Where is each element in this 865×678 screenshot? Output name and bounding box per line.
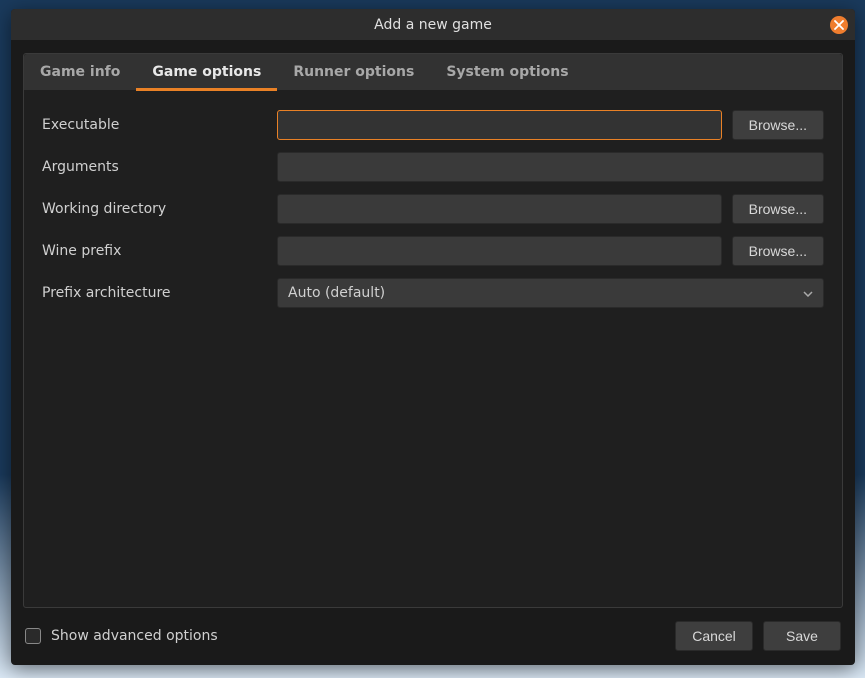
browse-wine-prefix-button[interactable]: Browse... <box>732 236 824 266</box>
row-prefix-architecture: Prefix architecture Auto (default) <box>42 277 824 309</box>
chevron-down-icon <box>803 285 813 301</box>
close-icon[interactable] <box>830 16 848 34</box>
label-working-directory: Working directory <box>42 201 267 217</box>
cancel-button[interactable]: Cancel <box>675 621 753 651</box>
executable-input[interactable] <box>277 110 722 140</box>
tab-runner-options[interactable]: Runner options <box>277 54 430 90</box>
label-arguments: Arguments <box>42 159 267 175</box>
tab-game-options[interactable]: Game options <box>136 54 277 90</box>
game-options-content: Executable Browse... Arguments Working d… <box>24 91 842 607</box>
tab-panel: Game info Game options Runner options Sy… <box>23 53 843 608</box>
tab-game-info[interactable]: Game info <box>24 54 136 90</box>
prefix-architecture-value: Auto (default) <box>288 285 385 301</box>
label-wine-prefix: Wine prefix <box>42 243 267 259</box>
label-executable: Executable <box>42 117 267 133</box>
row-executable: Executable Browse... <box>42 109 824 141</box>
browse-working-directory-button[interactable]: Browse... <box>732 194 824 224</box>
arguments-input[interactable] <box>277 152 824 182</box>
tab-bar: Game info Game options Runner options Sy… <box>24 54 842 91</box>
prefix-architecture-select[interactable]: Auto (default) <box>277 278 824 308</box>
tab-system-options[interactable]: System options <box>430 54 584 90</box>
show-advanced-label[interactable]: Show advanced options <box>51 628 218 644</box>
row-wine-prefix: Wine prefix Browse... <box>42 235 824 267</box>
add-game-dialog: Add a new game Game info Game options Ru… <box>11 9 855 665</box>
working-directory-input[interactable] <box>277 194 722 224</box>
row-working-directory: Working directory Browse... <box>42 193 824 225</box>
dialog-footer: Show advanced options Cancel Save <box>23 608 843 653</box>
browse-executable-button[interactable]: Browse... <box>732 110 824 140</box>
row-arguments: Arguments <box>42 151 824 183</box>
titlebar: Add a new game <box>11 9 855 41</box>
show-advanced-checkbox[interactable] <box>25 628 41 644</box>
dialog-title: Add a new game <box>374 17 492 33</box>
wine-prefix-input[interactable] <box>277 236 722 266</box>
dialog-content: Game info Game options Runner options Sy… <box>11 41 855 665</box>
save-button[interactable]: Save <box>763 621 841 651</box>
label-prefix-architecture: Prefix architecture <box>42 285 267 301</box>
